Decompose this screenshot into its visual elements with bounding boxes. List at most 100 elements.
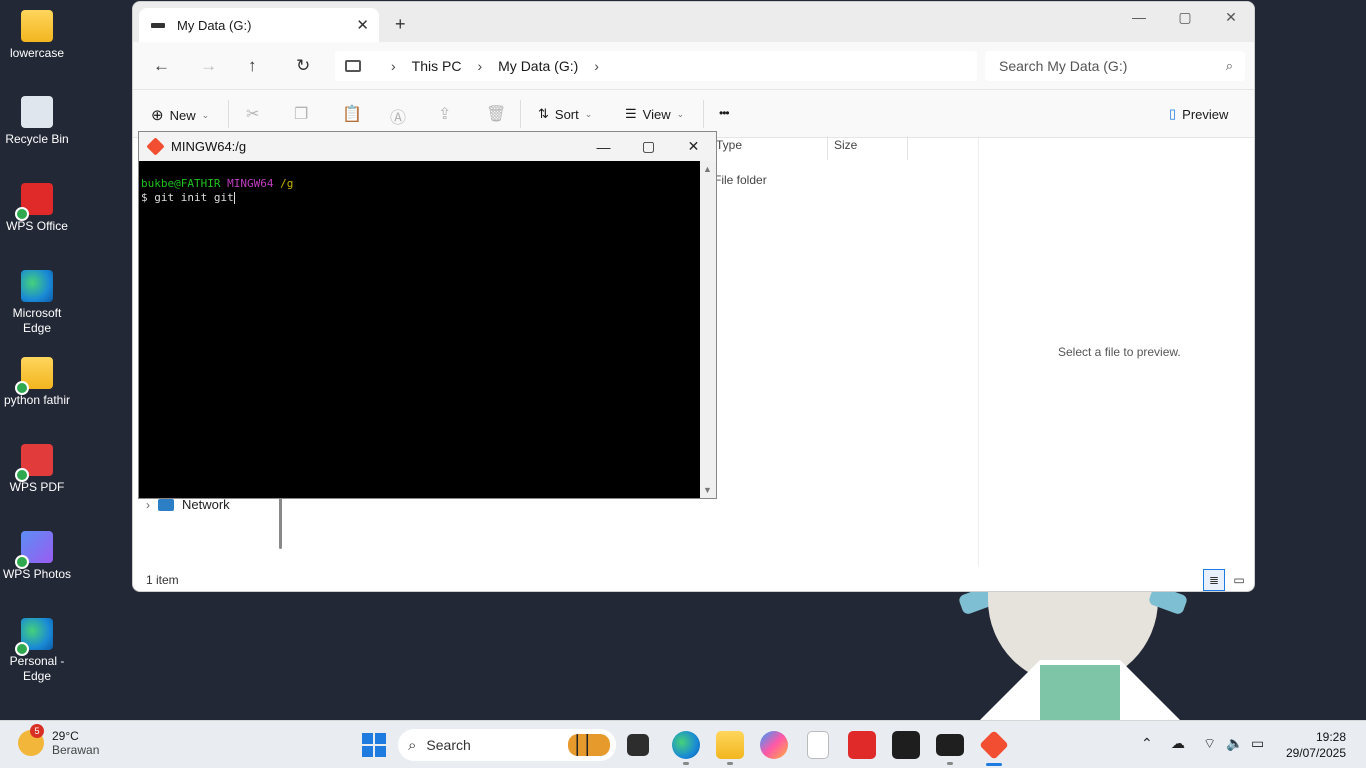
task-view-icon[interactable] [627, 734, 649, 756]
weather-widget[interactable]: 5 29°C Berawan [18, 724, 100, 757]
column-divider[interactable] [827, 136, 828, 160]
wps-taskbar-icon[interactable] [848, 731, 876, 759]
taskbar-search[interactable]: ⌕ Search [398, 729, 616, 761]
desktop-icon-label: Personal - Edge [9, 654, 65, 683]
terminal-close-button[interactable]: ✕ [671, 132, 716, 161]
preview-pane-divider [978, 136, 979, 566]
plus-circle-icon: ⊕ [151, 107, 164, 124]
column-header-type[interactable]: Type [716, 138, 742, 152]
wps-pdf-icon [15, 444, 53, 482]
weather-desc: Berawan [52, 743, 100, 757]
new-button[interactable]: ⊕ New ⌄ [151, 106, 209, 124]
network-icon [158, 498, 174, 511]
desktop-icon-microsoft-edge[interactable]: Microsoft Edge [0, 270, 74, 336]
window-controls: — ▢ ✕ [1116, 2, 1254, 32]
file-type-cell: File folder [714, 173, 767, 187]
terminal-output[interactable]: bukbe@FATHIR MINGW64 /g $ git init git [139, 161, 701, 498]
prompt-env: MINGW64 [227, 177, 274, 190]
weather-cloud-sun-icon: 5 [18, 724, 44, 756]
chevron-right-icon[interactable]: › [477, 58, 482, 74]
sync-check-icon [15, 468, 29, 482]
text-cursor [233, 192, 235, 204]
chevron-right-icon[interactable]: › [594, 58, 599, 74]
more-options-button[interactable]: ••• [719, 106, 730, 120]
share-icon[interactable]: ⇪ [438, 104, 451, 124]
scroll-up-icon[interactable]: ▲ [703, 164, 712, 174]
active-indicator [986, 763, 1002, 766]
desktop-icon-wps-pdf[interactable]: WPS PDF [0, 444, 74, 495]
back-button[interactable]: ← [153, 56, 170, 76]
wallpaper-shirt [1040, 665, 1120, 720]
desktop-icon-lowercase[interactable]: lowercase [0, 10, 74, 61]
rename-icon[interactable]: Ⓐ [390, 104, 406, 128]
view-button[interactable]: ☰ View ⌄ [625, 106, 684, 122]
nav-item-network[interactable]: › Network [146, 497, 230, 512]
tab-close-icon[interactable]: ✕ [356, 16, 369, 34]
details-view-button[interactable]: ≣ [1203, 569, 1225, 591]
file-explorer-taskbar-icon[interactable] [716, 731, 744, 759]
prompt-path: /g [280, 177, 294, 190]
chevron-down-icon: ⌄ [584, 108, 593, 119]
preview-button[interactable]: ▯ Preview [1169, 106, 1228, 122]
delete-icon[interactable]: 🗑 [486, 104, 506, 124]
column-divider[interactable] [907, 136, 908, 160]
wifi-icon[interactable]: ⌔ [1203, 735, 1216, 753]
copilot-icon[interactable] [760, 731, 788, 759]
terminal-title: MINGW64:/g [171, 139, 247, 154]
command-line[interactable]: $ git init git [141, 191, 701, 205]
desktop-icon-label: WPS Office [6, 219, 68, 233]
new-tab-button[interactable]: + [395, 14, 406, 35]
taskbar-search-label: Search [426, 737, 471, 753]
start-button[interactable] [362, 733, 386, 757]
chevron-right-icon[interactable]: › [146, 498, 150, 512]
navigation-scrollbar[interactable] [279, 497, 282, 549]
folder-icon [15, 357, 53, 395]
system-clock[interactable]: 19:28 29/07/2025 [1286, 729, 1346, 761]
tiles-view-button[interactable]: ▭ [1228, 569, 1250, 591]
breadcrumb-my-data[interactable]: My Data (G:) [498, 58, 578, 74]
notepad-icon[interactable] [807, 731, 829, 759]
volume-icon[interactable]: 🔈 [1226, 735, 1243, 752]
tab-title: My Data (G:) [177, 17, 252, 33]
up-button[interactable]: ↑ [248, 56, 257, 76]
chevron-up-icon[interactable]: ⌃ [1141, 735, 1153, 752]
desktop-icon-wps-photos[interactable]: WPS Photos [0, 531, 74, 582]
terminal-minimize-button[interactable]: — [581, 132, 626, 161]
maximize-button[interactable]: ▢ [1162, 2, 1208, 32]
battery-icon[interactable]: ▭ [1251, 735, 1264, 752]
figma-icon[interactable] [892, 731, 920, 759]
nav-item-label: Network [182, 497, 230, 512]
terminal-maximize-button[interactable]: ▢ [626, 132, 671, 161]
desktop-icon-python-fathir[interactable]: python fathir [0, 357, 74, 408]
explorer-tab[interactable]: My Data (G:) ✕ [139, 8, 379, 42]
paste-icon[interactable]: 📋 [342, 104, 362, 124]
cut-icon[interactable]: ✂ [246, 104, 259, 124]
minimize-button[interactable]: — [1116, 2, 1162, 32]
view-icon: ☰ [625, 106, 637, 121]
desktop-icon-label: lowercase [9, 46, 65, 60]
scroll-down-icon[interactable]: ▼ [703, 485, 712, 495]
search-box[interactable]: Search My Data (G:) ⌕ [985, 51, 1245, 81]
chevron-right-icon[interactable]: › [391, 58, 396, 74]
weather-temp: 29°C [52, 729, 79, 743]
search-placeholder: Search My Data (G:) [999, 58, 1128, 74]
forward-button[interactable]: → [200, 56, 217, 76]
desktop-icon-personal-edge[interactable]: Personal - Edge [0, 618, 74, 684]
edge-taskbar-icon[interactable] [672, 731, 700, 759]
breadcrumb-this-pc[interactable]: This PC [412, 58, 462, 74]
terminal-scrollbar[interactable]: ▲ ▼ [700, 161, 716, 498]
column-header-size[interactable]: Size [834, 138, 857, 152]
close-button[interactable]: ✕ [1208, 2, 1254, 32]
copy-icon[interactable]: ❐ [294, 104, 308, 124]
onedrive-icon[interactable]: ☁ [1171, 735, 1185, 752]
sort-button[interactable]: ⇅ Sort ⌄ [538, 106, 592, 122]
git-bash-taskbar-icon[interactable] [979, 730, 1009, 760]
divider [520, 100, 521, 128]
desktop-icon-wps-office[interactable]: WPS Office [0, 183, 74, 234]
running-indicator [947, 762, 953, 765]
sort-icon: ⇅ [538, 106, 549, 121]
refresh-button[interactable]: ↻ [296, 56, 310, 76]
address-bar[interactable]: › This PC › My Data (G:) › [335, 51, 977, 81]
desktop-icon-recycle-bin[interactable]: Recycle Bin [0, 96, 74, 147]
terminal-taskbar-icon[interactable] [936, 734, 964, 756]
